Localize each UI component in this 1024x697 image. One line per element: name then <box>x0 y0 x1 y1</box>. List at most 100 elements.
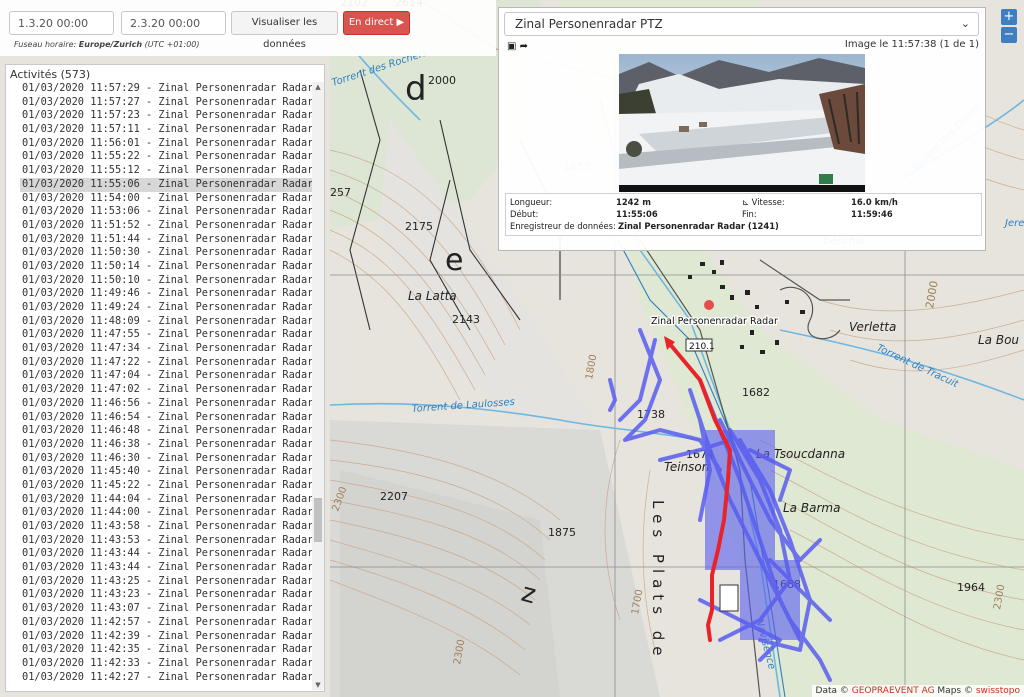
camera-panel: Zinal Personenradar PTZ ⌄ ▣ ➦ Image le 1… <box>498 7 986 251</box>
activity-item[interactable]: 01/03/2020 11:46:30 - Zinal Personenrada… <box>20 452 314 466</box>
attribution-mid: Maps © <box>934 686 976 696</box>
activity-item[interactable]: 01/03/2020 11:45:22 - Zinal Personenrada… <box>20 479 314 493</box>
activity-item[interactable]: 01/03/2020 11:55:22 - Zinal Personenrada… <box>20 150 314 164</box>
activity-item[interactable]: 01/03/2020 11:43:07 - Zinal Personenrada… <box>20 602 314 616</box>
activity-item[interactable]: 01/03/2020 11:47:34 - Zinal Personenrada… <box>20 342 314 356</box>
start-label: Début: <box>510 209 539 219</box>
length-value: 1242 m <box>616 197 651 207</box>
recorder-value: Zinal Personenradar Radar (1241) <box>618 221 779 231</box>
activity-item[interactable]: 01/03/2020 11:43:53 - Zinal Personenrada… <box>20 534 314 548</box>
activity-item[interactable]: 01/03/2020 11:55:12 - Zinal Personenrada… <box>20 164 314 178</box>
map-label: La Latta <box>408 289 457 303</box>
map-label: 2175 <box>405 220 433 233</box>
map-label: Les Plats de <box>649 500 667 662</box>
map-label: 257 <box>330 186 351 199</box>
live-button[interactable]: En direct ▶ <box>343 11 410 35</box>
recorder-label: Enregistreur de données: <box>510 221 616 231</box>
end-date-input[interactable] <box>121 11 226 35</box>
timezone-text: Fuseau horaire: Europe/Zurich (UTC +01:0… <box>14 40 200 49</box>
activity-list[interactable]: 01/03/2020 11:57:29 - Zinal Personenrada… <box>20 82 314 690</box>
activity-item[interactable]: 01/03/2020 11:47:02 - Zinal Personenrada… <box>20 383 314 397</box>
activity-item[interactable]: 01/03/2020 11:57:29 - Zinal Personenrada… <box>20 82 314 96</box>
activity-item[interactable]: 01/03/2020 11:57:11 - Zinal Personenrada… <box>20 123 314 137</box>
share-arrow-icon[interactable]: ➦ <box>520 41 528 52</box>
map-label: 1738 <box>637 408 665 421</box>
map-label: Teinson <box>664 460 709 474</box>
scroll-down-icon[interactable]: ▼ <box>314 680 322 690</box>
activity-item[interactable]: 01/03/2020 11:42:33 - Zinal Personenrada… <box>20 657 314 671</box>
activity-item[interactable]: 01/03/2020 11:50:14 - Zinal Personenrada… <box>20 260 314 274</box>
activity-item[interactable]: 01/03/2020 11:47:22 - Zinal Personenrada… <box>20 356 314 370</box>
activity-item[interactable]: 01/03/2020 11:42:39 - Zinal Personenrada… <box>20 630 314 644</box>
attribution-geopraevent[interactable]: GEOPRAEVENT AG <box>852 686 935 696</box>
activity-item[interactable]: 01/03/2020 11:57:27 - Zinal Personenrada… <box>20 96 314 110</box>
timezone-name: Europe/Zurich <box>78 40 143 49</box>
activity-item[interactable]: 01/03/2020 11:46:54 - Zinal Personenrada… <box>20 411 314 425</box>
activity-item[interactable]: 01/03/2020 11:43:44 - Zinal Personenrada… <box>20 547 314 561</box>
camera-select-value: Zinal Personenradar PTZ <box>515 17 663 31</box>
activity-item[interactable]: 01/03/2020 11:54:00 - Zinal Personenrada… <box>20 192 314 206</box>
map-label: 2000 <box>428 74 456 87</box>
svg-text:e: e <box>445 243 463 278</box>
station-label: Zinal Personenradar Radar <box>651 316 778 327</box>
activity-item[interactable]: 01/03/2020 11:56:01 - Zinal Personenrada… <box>20 137 314 151</box>
map-label: Verletta <box>849 320 896 334</box>
activity-scrollbar[interactable]: ▲ ▼ <box>312 82 324 690</box>
attribution-prefix: Data © <box>815 686 852 696</box>
activity-item[interactable]: 01/03/2020 11:42:27 - Zinal Personenrada… <box>20 671 314 685</box>
image-info: Image le 11:57:38 (1 de 1) <box>844 39 979 50</box>
activity-item[interactable]: 01/03/2020 11:55:06 - Zinal Personenrada… <box>20 177 314 192</box>
activity-item[interactable]: 01/03/2020 11:46:56 - Zinal Personenrada… <box>20 397 314 411</box>
activity-item[interactable]: 01/03/2020 11:51:52 - Zinal Personenrada… <box>20 219 314 233</box>
chevron-down-icon: ⌄ <box>960 17 970 30</box>
start-date-input[interactable] <box>9 11 114 35</box>
scroll-up-icon[interactable]: ▲ <box>314 82 322 92</box>
activity-item[interactable]: 01/03/2020 11:50:10 - Zinal Personenrada… <box>20 274 314 288</box>
camera-image[interactable] <box>619 54 865 192</box>
activity-item[interactable]: 01/03/2020 11:44:04 - Zinal Personenrada… <box>20 493 314 507</box>
activity-item[interactable]: 01/03/2020 11:46:48 - Zinal Personenrada… <box>20 424 314 438</box>
activity-item[interactable]: 01/03/2020 11:43:23 - Zinal Personenrada… <box>20 588 314 602</box>
activity-item[interactable]: 01/03/2020 11:49:46 - Zinal Personenrada… <box>20 287 314 301</box>
activity-item[interactable]: 01/03/2020 11:44:00 - Zinal Personenrada… <box>20 506 314 520</box>
activity-item[interactable]: 01/03/2020 11:43:25 - Zinal Personenrada… <box>20 575 314 589</box>
zoom-out-button[interactable]: − <box>1001 27 1017 43</box>
map-label: 1682 <box>742 386 770 399</box>
activity-item[interactable]: 01/03/2020 11:48:09 - Zinal Personenrada… <box>20 315 314 329</box>
timezone-offset: (UTC +01:00) <box>142 40 200 49</box>
activity-item[interactable]: 01/03/2020 11:50:30 - Zinal Personenrada… <box>20 246 314 260</box>
activity-item[interactable]: 01/03/2020 11:42:35 - Zinal Personenrada… <box>20 643 314 657</box>
end-value: 11:59:46 <box>851 209 893 219</box>
start-value: 11:55:06 <box>616 209 658 219</box>
activity-item[interactable]: 01/03/2020 11:42:57 - Zinal Personenrada… <box>20 616 314 630</box>
activity-item[interactable]: 01/03/2020 11:51:44 - Zinal Personenrada… <box>20 233 314 247</box>
length-label: Longueur: <box>510 197 553 207</box>
activity-item[interactable]: 01/03/2020 11:47:04 - Zinal Personenrada… <box>20 369 314 383</box>
activity-item[interactable]: 01/03/2020 11:53:06 - Zinal Personenrada… <box>20 205 314 219</box>
activity-title: Activités (573) <box>10 68 91 81</box>
activity-item[interactable]: 01/03/2020 11:46:38 - Zinal Personenrada… <box>20 438 314 452</box>
image-icon[interactable]: ▣ <box>507 41 516 52</box>
map-label: Jerey <box>1003 218 1024 229</box>
activity-item[interactable]: 01/03/2020 11:43:44 - Zinal Personenrada… <box>20 561 314 575</box>
map-label: La Barma <box>783 501 840 515</box>
activity-item[interactable]: 01/03/2020 11:57:23 - Zinal Personenrada… <box>20 109 314 123</box>
attribution-swisstopo[interactable]: swisstopo <box>976 686 1020 696</box>
camera-select[interactable]: Zinal Personenradar PTZ ⌄ <box>504 12 979 36</box>
activity-item[interactable]: 01/03/2020 11:47:55 - Zinal Personenrada… <box>20 328 314 342</box>
map-label: La Bou <box>978 333 1019 347</box>
map-label: 2143 <box>452 313 480 326</box>
map-label: 1875 <box>548 526 576 539</box>
speed-value: 16.0 km/h <box>851 197 898 207</box>
zoom-controls: + − <box>1001 9 1017 45</box>
activity-item[interactable]: 01/03/2020 11:45:40 - Zinal Personenrada… <box>20 465 314 479</box>
track-details: Longueur: 1242 m ⊾ Vitesse: 16.0 km/h Dé… <box>505 193 982 236</box>
show-data-button[interactable]: Visualiser les données <box>231 11 338 50</box>
speed-label: ⊾ Vitesse: <box>742 197 785 207</box>
map-label: 2207 <box>380 490 408 503</box>
activity-item[interactable]: 01/03/2020 11:43:58 - Zinal Personenrada… <box>20 520 314 534</box>
activity-item[interactable]: 01/03/2020 11:49:24 - Zinal Personenrada… <box>20 301 314 315</box>
svg-text:d: d <box>405 69 427 109</box>
scroll-thumb[interactable] <box>314 498 322 542</box>
zoom-in-button[interactable]: + <box>1001 9 1017 25</box>
